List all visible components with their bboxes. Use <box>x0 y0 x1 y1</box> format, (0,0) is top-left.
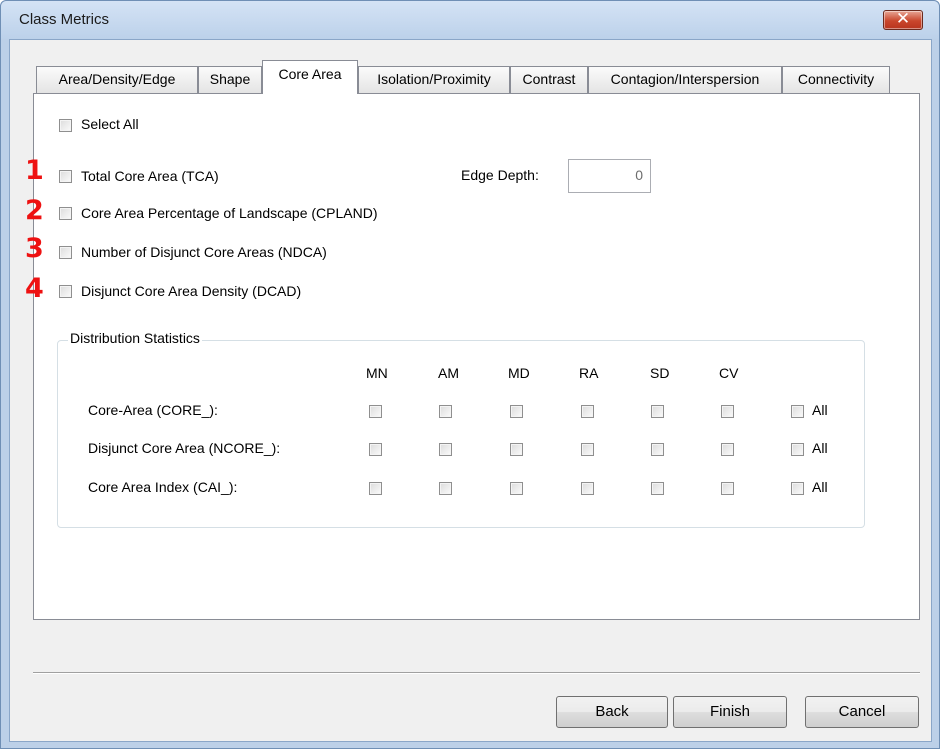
cpland-label: Core Area Percentage of Landscape (CPLAN… <box>81 205 378 221</box>
annotation-number-1: 1 <box>25 155 44 186</box>
annotation-number-2: 2 <box>25 195 44 226</box>
cpland-checkbox[interactable] <box>59 207 72 220</box>
cai-cv-checkbox[interactable] <box>721 482 734 495</box>
annotation-number-3: 3 <box>25 233 44 264</box>
core-area-row-label: Core-Area (CORE_): <box>88 402 218 418</box>
core-all-checkbox[interactable] <box>791 405 804 418</box>
tca-label: Total Core Area (TCA) <box>81 168 219 184</box>
core-mn-checkbox[interactable] <box>369 405 382 418</box>
tca-checkbox[interactable] <box>59 170 72 183</box>
distribution-statistics-title: Distribution Statistics <box>68 330 202 346</box>
column-mn: MN <box>366 365 388 381</box>
ncore-ra-checkbox[interactable] <box>581 443 594 456</box>
ncore-all-label: All <box>812 440 828 456</box>
title-bar: Class Metrics ✕ <box>1 1 939 39</box>
select-all-checkbox[interactable] <box>59 119 72 132</box>
close-icon: ✕ <box>895 9 911 29</box>
ncore-row-label: Disjunct Core Area (NCORE_): <box>88 440 281 456</box>
column-md: MD <box>508 365 530 381</box>
cai-row-label: Core Area Index (CAI_): <box>88 479 238 495</box>
core-ra-checkbox[interactable] <box>581 405 594 418</box>
cai-sd-checkbox[interactable] <box>651 482 664 495</box>
edge-depth-label: Edge Depth: <box>461 167 539 183</box>
ncore-sd-checkbox[interactable] <box>651 443 664 456</box>
column-cv: CV <box>719 365 739 381</box>
edge-depth-input[interactable]: 0 <box>568 159 651 193</box>
dialog-client-area: Area/Density/Edge Shape Core Area Isolat… <box>9 39 932 742</box>
column-sd: SD <box>650 365 670 381</box>
column-am: AM <box>438 365 459 381</box>
core-am-checkbox[interactable] <box>439 405 452 418</box>
cai-all-label: All <box>812 479 828 495</box>
cai-ra-checkbox[interactable] <box>581 482 594 495</box>
cai-am-checkbox[interactable] <box>439 482 452 495</box>
window-title: Class Metrics <box>19 11 110 28</box>
class-metrics-window: Class Metrics ✕ Area/Density/Edge Shape … <box>0 0 940 749</box>
core-md-checkbox[interactable] <box>510 405 523 418</box>
cai-md-checkbox[interactable] <box>510 482 523 495</box>
cai-all-checkbox[interactable] <box>791 482 804 495</box>
ncore-mn-checkbox[interactable] <box>369 443 382 456</box>
close-button[interactable]: ✕ <box>883 9 923 30</box>
core-all-label: All <box>812 402 828 418</box>
ndca-label: Number of Disjunct Core Areas (NDCA) <box>81 244 327 260</box>
dcad-checkbox[interactable] <box>59 285 72 298</box>
distribution-statistics-group <box>57 340 865 528</box>
annotation-number-4: 4 <box>25 273 44 304</box>
panel-content: Select All 1 Total Core Area (TCA) 2 Cor… <box>10 40 933 743</box>
ncore-all-checkbox[interactable] <box>791 443 804 456</box>
ncore-cv-checkbox[interactable] <box>721 443 734 456</box>
dcad-label: Disjunct Core Area Density (DCAD) <box>81 283 302 299</box>
select-all-label: Select All <box>81 116 139 132</box>
core-sd-checkbox[interactable] <box>651 405 664 418</box>
ndca-checkbox[interactable] <box>59 246 72 259</box>
ncore-md-checkbox[interactable] <box>510 443 523 456</box>
core-cv-checkbox[interactable] <box>721 405 734 418</box>
cai-mn-checkbox[interactable] <box>369 482 382 495</box>
column-ra: RA <box>579 365 599 381</box>
ncore-am-checkbox[interactable] <box>439 443 452 456</box>
